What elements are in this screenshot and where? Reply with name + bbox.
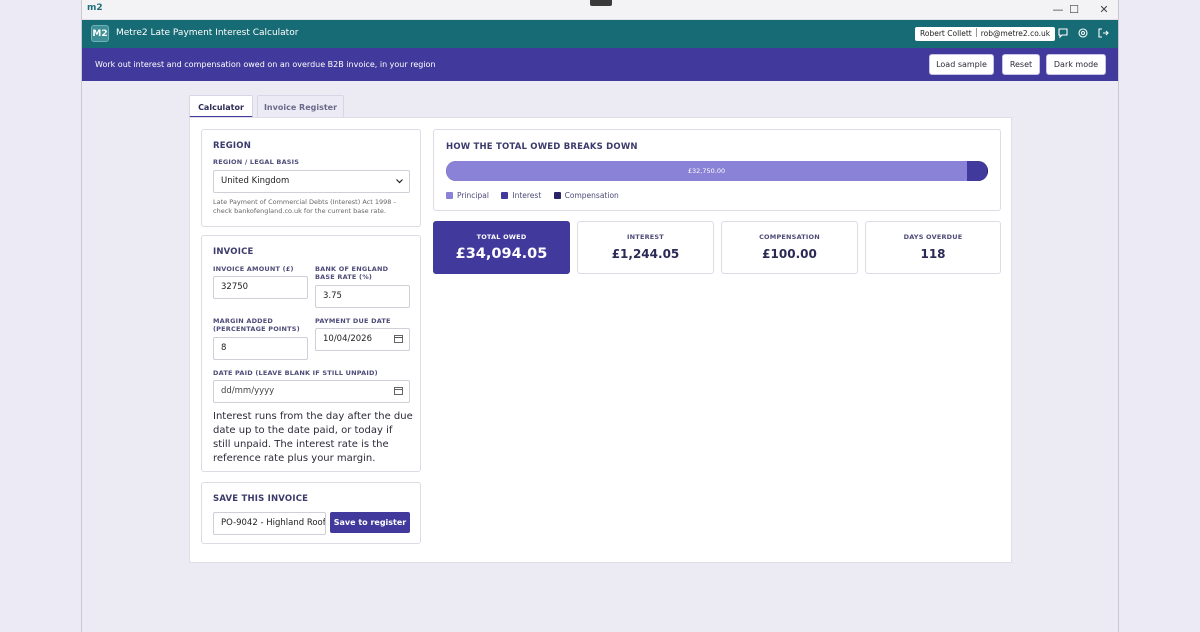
app-title: Metre2 Late Payment Interest Calculator xyxy=(116,28,299,38)
compensation-segment xyxy=(987,161,988,181)
legend-compensation: Compensation xyxy=(553,191,619,200)
legend-swatch-interest xyxy=(501,192,509,199)
gear-icon[interactable] xyxy=(1076,27,1090,41)
invoice-amount-input[interactable]: 32750 xyxy=(213,276,308,299)
total-owed-label: TOTAL OWED xyxy=(476,233,527,241)
user-name: Robert Collett xyxy=(920,29,972,38)
app-badge: M2 xyxy=(91,25,109,42)
window-notch xyxy=(590,0,612,6)
days-overdue-value: 118 xyxy=(920,247,946,261)
margin-value: 8 xyxy=(221,343,227,353)
breakdown-bar: £32,750.00 xyxy=(446,161,988,181)
days-overdue-label: DAYS OVERDUE xyxy=(903,233,963,241)
region-title: REGION xyxy=(213,141,252,151)
interest-segment xyxy=(967,161,987,181)
date-paid-label: DATE PAID (LEAVE BLANK IF STILL UNPAID) xyxy=(213,369,378,377)
close-icon[interactable]: ✕ xyxy=(1094,3,1114,16)
legend-swatch-principal xyxy=(446,192,453,199)
compensation-card: COMPENSATION £100.00 xyxy=(721,221,858,274)
calendar-icon[interactable] xyxy=(394,329,403,350)
base-rate-value: 3.75 xyxy=(323,291,342,301)
base-rate-label: BANK OF ENGLAND BASE RATE (%) xyxy=(315,265,389,281)
region-label: REGION / LEGAL BASIS xyxy=(213,158,300,166)
invoice-amount-label: INVOICE AMOUNT (£) xyxy=(213,265,294,273)
window-titlebar: m2 — ☐ ✕ xyxy=(82,0,1118,20)
reset-button[interactable]: Reset xyxy=(1002,54,1040,75)
margin-label: MARGIN ADDED (PERCENTAGE POINTS) xyxy=(213,317,300,333)
chevron-down-icon xyxy=(395,171,404,192)
dark-mode-button[interactable]: Dark mode xyxy=(1046,54,1106,75)
load-sample-button[interactable]: Load sample xyxy=(929,54,994,75)
compensation-label: COMPENSATION xyxy=(759,233,820,241)
invoice-reference-input[interactable]: PO-9042 - Highland Roof xyxy=(213,512,326,535)
interest-card: INTEREST £1,244.05 xyxy=(577,221,714,274)
invoice-reference-value: PO-9042 - Highland Roof xyxy=(221,518,326,528)
invoice-title: INVOICE xyxy=(213,247,254,257)
compensation-value: £100.00 xyxy=(762,247,817,261)
legend-label-compensation: Compensation xyxy=(564,191,619,200)
app-description: Work out interest and compensation owed … xyxy=(95,60,436,69)
date-paid-placeholder: dd/mm/yyyy xyxy=(221,386,275,396)
legend-label-interest: Interest xyxy=(512,191,542,200)
user-email: rob@metre2.co.uk xyxy=(980,29,1051,38)
margin-input[interactable]: 8 xyxy=(213,337,308,360)
interest-explanation: Interest runs from the day after the due… xyxy=(213,411,413,464)
save-to-register-button[interactable]: Save to register xyxy=(330,512,410,533)
total-owed-card: TOTAL OWED £34,094.05 xyxy=(433,221,570,274)
due-date-label: PAYMENT DUE DATE xyxy=(315,317,391,325)
date-paid-input[interactable]: dd/mm/yyyy xyxy=(213,380,410,403)
due-date-value: 10/04/2026 xyxy=(323,334,372,344)
app-logo: m2 xyxy=(87,3,103,13)
calendar-icon[interactable] xyxy=(394,381,403,402)
maximize-icon[interactable]: ☐ xyxy=(1064,3,1084,16)
base-rate-input[interactable]: 3.75 xyxy=(315,285,410,308)
region-select[interactable]: United Kingdom xyxy=(213,170,410,193)
tab-invoice-register[interactable]: Invoice Register xyxy=(257,95,344,118)
logout-icon[interactable] xyxy=(1096,27,1110,41)
breakdown-legend: Principal Interest Compensation xyxy=(446,191,629,200)
region-legal-note: Late Payment of Commercial Debts (Intere… xyxy=(213,198,396,215)
invoice-card: INVOICE INVOICE AMOUNT (£) 32750 BANK OF… xyxy=(201,235,421,472)
chat-icon[interactable] xyxy=(1056,27,1070,41)
breakdown-card: HOW THE TOTAL OWED BREAKS DOWN £32,750.0… xyxy=(433,129,1001,211)
user-info[interactable]: Robert Collett rob@metre2.co.uk xyxy=(915,27,1056,41)
save-title: SAVE THIS INVOICE xyxy=(213,494,309,504)
legend-principal: Principal xyxy=(446,191,489,200)
save-invoice-card: SAVE THIS INVOICE PO-9042 - Highland Roo… xyxy=(201,482,421,544)
legend-label-principal: Principal xyxy=(457,191,489,200)
calculator-panel: REGION REGION / LEGAL BASIS United Kingd… xyxy=(189,117,1012,563)
region-card: REGION REGION / LEGAL BASIS United Kingd… xyxy=(201,129,421,227)
region-selected-value: United Kingdom xyxy=(221,176,290,186)
legend-interest: Interest xyxy=(501,191,541,200)
invoice-amount-value: 32750 xyxy=(221,282,249,292)
breakdown-title: HOW THE TOTAL OWED BREAKS DOWN xyxy=(446,142,638,152)
interest-label: INTEREST xyxy=(627,233,664,241)
app-window: m2 — ☐ ✕ M2 Metre2 Late Payment Interest… xyxy=(81,0,1119,632)
tab-calculator[interactable]: Calculator xyxy=(189,95,253,118)
days-overdue-card: DAYS OVERDUE 118 xyxy=(865,221,1001,274)
user-divider xyxy=(975,28,977,37)
principal-segment: £32,750.00 xyxy=(446,161,967,181)
due-date-input[interactable]: 10/04/2026 xyxy=(315,328,410,351)
total-owed-value: £34,094.05 xyxy=(455,246,548,262)
sub-header: Work out interest and compensation owed … xyxy=(82,48,1118,81)
legend-swatch-compensation xyxy=(553,192,561,199)
app-header: M2 Metre2 Late Payment Interest Calculat… xyxy=(82,20,1118,48)
interest-value: £1,244.05 xyxy=(611,247,680,261)
